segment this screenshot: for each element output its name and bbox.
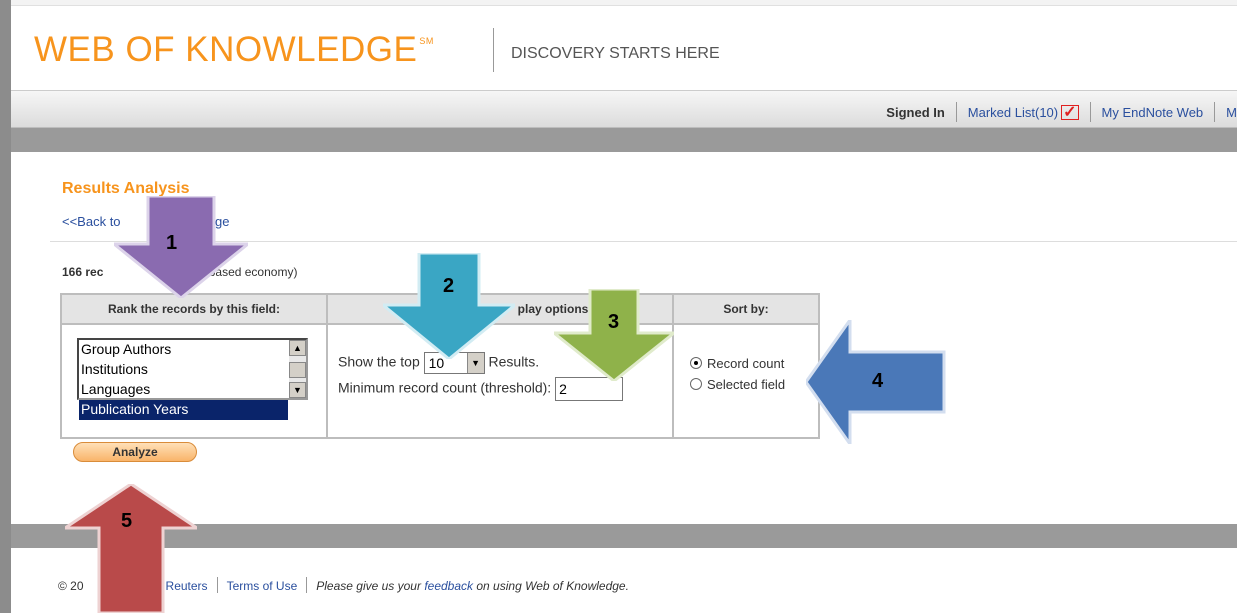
top-nav-bar: Signed In Marked List(10) ✓ My EndNote Web M xyxy=(11,90,1237,128)
field-option[interactable]: Languages xyxy=(79,380,306,400)
back-link-start: <<Back to xyxy=(62,214,121,229)
endnote-web-link[interactable]: My EndNote Web xyxy=(1102,105,1204,120)
callout-number-5: 5 xyxy=(121,510,133,532)
footer-divider xyxy=(306,577,308,593)
sort-selected-field-option[interactable]: Selected field xyxy=(690,377,785,392)
callout-arrow-2: 2 xyxy=(383,253,515,359)
content-top-band xyxy=(11,128,1237,152)
callout-number-4: 4 xyxy=(872,370,884,392)
sort-record-count-option[interactable]: Record count xyxy=(690,356,784,371)
field-option[interactable]: Institutions xyxy=(79,360,306,380)
nav-divider xyxy=(955,102,957,122)
radio-checked-icon[interactable] xyxy=(690,357,702,369)
scroll-thumb[interactable] xyxy=(289,362,306,378)
feedback-text-start: Please give us your xyxy=(316,579,421,593)
down-arrow-icon xyxy=(554,289,674,381)
user-nav: Signed In Marked List(10) ✓ My EndNote Web M xyxy=(886,102,1237,122)
checkmark-icon: ✓ xyxy=(1061,104,1079,121)
sort-selected-field-label: Selected field xyxy=(707,377,786,392)
nav-divider xyxy=(1214,102,1216,122)
logo-service-mark: SM xyxy=(419,36,434,46)
footer: © 20 n Reuters Terms of Use Please give us … xyxy=(25,548,1237,613)
down-arrow-icon xyxy=(383,253,515,359)
terms-of-use-link[interactable]: Terms of Use xyxy=(227,579,298,593)
callout-number-1: 1 xyxy=(166,232,178,254)
callout-arrow-4: 4 xyxy=(806,320,946,444)
footer-divider xyxy=(216,577,218,593)
feedback-link[interactable]: feedback xyxy=(424,579,473,593)
sort-record-count-label: Record count xyxy=(707,356,785,371)
nav-divider xyxy=(1089,102,1091,122)
listbox-scrollbar[interactable]: ▲ ▼ xyxy=(289,340,306,398)
threshold-label: Minimum record count (threshold): xyxy=(338,379,552,396)
analyze-button[interactable]: Analyze xyxy=(73,442,197,462)
logo-divider xyxy=(493,28,494,72)
header-sort-by: Sort by: xyxy=(674,295,818,325)
header-rank-field: Rank the records by this field: xyxy=(62,295,326,325)
callout-number-2: 2 xyxy=(443,275,455,297)
nav-more-link[interactable]: M xyxy=(1226,105,1237,120)
callout-arrow-3: 3 xyxy=(554,289,674,381)
field-option-selected[interactable]: Publication Years xyxy=(79,400,288,420)
scroll-up-icon[interactable]: ▲ xyxy=(289,340,306,356)
left-frame-bar xyxy=(0,0,11,613)
marked-list-link[interactable]: Marked List(10) xyxy=(968,105,1058,120)
scroll-down-icon[interactable]: ▼ xyxy=(289,382,306,398)
site-header: WEB OF KNOWLEDGE SM DISCOVERY STARTS HERE xyxy=(11,6,1237,90)
rank-field-listbox[interactable]: Group Authors Institutions Languages Pub… xyxy=(77,338,308,420)
field-option[interactable]: Group Authors xyxy=(79,340,306,360)
records-count: 166 rec xyxy=(62,265,104,279)
feedback-text-end: on using Web of Knowledge. xyxy=(476,579,629,593)
radio-unchecked-icon[interactable] xyxy=(690,378,702,390)
column-divider xyxy=(326,295,328,437)
callout-arrow-1: 1 xyxy=(114,196,248,298)
down-arrow-icon xyxy=(114,196,248,298)
callout-arrow-5: 5 xyxy=(65,484,197,613)
up-arrow-icon xyxy=(65,484,197,613)
site-logo[interactable]: WEB OF KNOWLEDGE SM xyxy=(34,30,434,70)
logo-text: WEB OF KNOWLEDGE xyxy=(34,30,418,69)
tagline: DISCOVERY STARTS HERE xyxy=(511,45,720,62)
signed-in-label: Signed In xyxy=(886,105,945,120)
callout-number-3: 3 xyxy=(608,311,620,333)
